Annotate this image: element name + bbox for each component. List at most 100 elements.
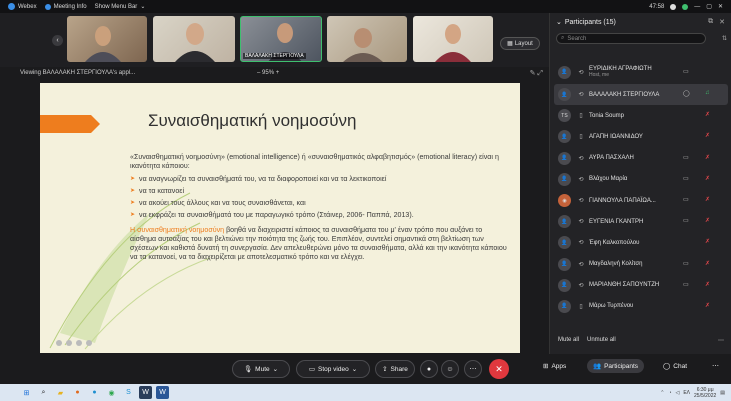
video-icon: ▭ — [683, 218, 689, 225]
slide-bullet: ➤ να ακούει τους άλλους και να τους συναι… — [130, 199, 306, 208]
folder-icon[interactable]: ▰ — [54, 386, 67, 399]
layout-icon: ▦ — [507, 41, 513, 47]
maximize-icon[interactable]: ▢ — [706, 3, 712, 10]
more-options-icon[interactable]: ⋯ — [718, 337, 724, 344]
slide-body: «Συναισθηματική νοημοσύνη» (emotional in… — [130, 153, 510, 266]
chat-icon: ◯ — [663, 363, 671, 370]
avatar: 👤 — [558, 278, 571, 292]
search-icon: ⌕ — [561, 35, 565, 41]
person-silhouette — [343, 28, 383, 62]
close-icon[interactable]: ✕ — [719, 18, 725, 26]
stop-video-button[interactable]: ▭ Stop video ⌄ — [296, 360, 370, 378]
video-thumbnail[interactable] — [327, 16, 407, 62]
minimize-icon[interactable]: — — [694, 4, 700, 10]
avatar: 👤 — [558, 151, 571, 165]
share-label: Share — [390, 365, 408, 373]
video-thumbnail[interactable] — [67, 16, 147, 62]
mute-all-button[interactable]: Mute all — [558, 337, 579, 343]
more-options-icon[interactable]: ⋯ — [712, 362, 719, 370]
sort-icon[interactable]: ⇅ — [722, 35, 727, 42]
system-tray: ⌃ ◔ ◁ ΕΛ 6:30 μμ 25/5/2022 ▤ — [660, 387, 725, 399]
chat-icon[interactable]: ◯ — [683, 90, 690, 97]
slide-bullet: ➤ να αναγνωρίζει τα συναισθήματά του, να … — [130, 175, 387, 184]
phone-icon: ▯ — [579, 303, 583, 310]
webex-logo-button[interactable]: Webex — [8, 3, 37, 10]
webex-taskbar-icon[interactable]: W — [139, 386, 152, 399]
slide-highlight: Η συναισθηματική νοημοσύνη — [130, 225, 225, 234]
participant-row[interactable]: 👤 ⟲ Έφη Καλκοπούλου ✗ — [550, 232, 731, 253]
chat-button[interactable]: ◯ Chat — [663, 362, 688, 371]
mute-label: Mute — [255, 365, 270, 373]
participant-row[interactable]: 👤 ▯ Μάρω Τυρπένου ✗ — [550, 296, 731, 317]
firefox-icon[interactable]: ● — [71, 386, 84, 399]
zoom-control[interactable]: – 95% + — [257, 70, 279, 76]
video-thumbnail[interactable] — [413, 16, 493, 62]
chat-label: Chat — [673, 362, 688, 370]
video-thumbnail[interactable] — [153, 16, 235, 62]
video-icon: ▭ — [683, 260, 689, 267]
zoom-in-icon[interactable]: + — [276, 70, 280, 76]
more-options-button[interactable]: ⋯ — [464, 360, 482, 378]
participant-row[interactable]: 👤 ⟲ ΒΑΛΑΛΑΚΗ ΣΤΕΡΓΙΟΥΛΑ ◯ ♫ — [554, 84, 728, 106]
close-icon[interactable]: ✕ — [718, 3, 723, 10]
video-icon: ▭ — [683, 154, 689, 161]
sharing-info-bar: Viewing ΒΑΛΑΛΑΚΗ ΣΤΕΡΓΙΟΥΛΑ's appl... – … — [0, 67, 549, 80]
participant-row[interactable]: TS ▯ Tonia Soump ✗ — [550, 105, 731, 126]
participant-row[interactable]: 👤 ⟲ Μαγδαληνή Κολίτση ▭ ✗ — [550, 254, 731, 275]
chevron-down-icon[interactable]: ⌄ — [556, 18, 562, 26]
slide-intro: «Συναισθηματική νοημοσύνη» (emotional in… — [130, 153, 499, 171]
participant-row[interactable]: 👤 ⟲ ΑΥΡΑ ΠΑΣΧΑΛΗ ▭ ✗ — [550, 148, 731, 169]
up-arrow-icon[interactable]: ⌃ — [660, 390, 664, 396]
participant-row[interactable]: 👤 ⟲ ΕΥΡΙΔΙΚΗ ΑΓΡΑΦΙΩΤΗ Host, me ▭ — [550, 60, 731, 84]
end-call-button[interactable]: ✕ — [489, 359, 509, 379]
participant-row[interactable]: ◉ ⟲ ΓΙΑΝΝΟΥΛΑ ΠΑΠΑΪΩΑ... ▭ ✗ — [550, 190, 731, 211]
popout-icon[interactable]: ⧉ — [708, 18, 713, 26]
skype-icon[interactable]: S — [122, 386, 135, 399]
search-input[interactable]: ⌕ Search — [556, 33, 706, 44]
slide-nav-icons[interactable] — [54, 338, 104, 348]
layout-button[interactable]: ▦ Layout — [500, 37, 540, 50]
notifications-icon[interactable]: ▤ — [720, 390, 725, 396]
video-icon: ▭ — [683, 69, 689, 75]
annotate-icon[interactable]: ✎ — [530, 70, 536, 77]
search-icon[interactable]: ⌕ — [37, 386, 50, 399]
meeting-info-label: Meeting Info — [53, 3, 87, 10]
network-icon[interactable]: ◔ — [668, 390, 671, 396]
clock[interactable]: 6:30 μμ 25/5/2022 — [694, 387, 716, 399]
recording-button[interactable]: ● — [420, 360, 438, 378]
show-menu-bar-button[interactable]: Show Menu Bar ⌄ — [95, 3, 146, 11]
windows-taskbar: ⊞ ⌕ ▰ ● ● ◉ S W W ⌃ ◔ ◁ ΕΛ 6:30 μμ 25/5/… — [0, 384, 731, 401]
windows-start-icon[interactable]: ⊞ — [20, 386, 33, 399]
share-button[interactable]: ⇪ Share — [375, 360, 415, 378]
computer-audio-icon: ⟲ — [578, 282, 584, 289]
participant-row[interactable]: 👤 ⟲ Βλάχου Μαρία ▭ ✗ — [550, 169, 731, 190]
meeting-info-button[interactable]: Meeting Info — [44, 3, 87, 10]
person-silhouette — [175, 23, 215, 62]
participant-row[interactable]: 👤 ⟲ ΕΥΓΕΝΙΑ ΓΚΑΝΤΡΗ ▭ ✗ — [550, 211, 731, 232]
top-bar: Webex Meeting Info Show Menu Bar ⌄ 47:58… — [0, 0, 731, 13]
mute-button[interactable]: 🎙 Mute ⌄ — [232, 360, 290, 378]
language-indicator[interactable]: ΕΛ — [683, 390, 690, 396]
strip-prev-button[interactable]: ‹ — [52, 35, 63, 46]
unmute-all-button[interactable]: Unmute all — [587, 337, 616, 343]
close-icon: ✕ — [495, 363, 503, 374]
participant-row[interactable]: 👤 ⟲ ΜΑΡΙΑΝΘΗ ΣΑΠΟΥΝΤΖΗ ▭ ✗ — [550, 275, 731, 296]
apps-button[interactable]: ⊞ Apps — [543, 362, 566, 371]
computer-audio-icon: ⟲ — [578, 198, 584, 205]
phone-icon: ▯ — [579, 134, 583, 141]
video-icon: ▭ — [683, 175, 689, 182]
word-icon[interactable]: W — [156, 386, 169, 399]
participants-button[interactable]: 👥 Participants — [587, 359, 645, 373]
chrome-icon[interactable]: ◉ — [105, 386, 118, 399]
zoom-out-icon[interactable]: – — [257, 70, 260, 76]
active-speaker-thumbnail[interactable]: ΒΑΛΑΛΑΚΗ ΣΤΕΡΓΙΟΥΛΑ — [240, 16, 322, 62]
record-icon: ● — [426, 365, 432, 373]
fullscreen-icon[interactable]: ⤢ — [537, 70, 543, 77]
edge-icon[interactable]: ● — [88, 386, 101, 399]
computer-audio-icon: ⟲ — [578, 219, 584, 226]
reactions-button[interactable]: ☺ — [441, 360, 459, 378]
status-icon — [682, 3, 689, 10]
stop-video-label: Stop video — [317, 365, 349, 373]
volume-icon[interactable]: ◁ — [675, 390, 679, 396]
participant-row[interactable]: 👤 ▯ ΑΓΑΠΗ ΙΩΑΝΝΙΔΟΥ ✗ — [550, 126, 731, 147]
